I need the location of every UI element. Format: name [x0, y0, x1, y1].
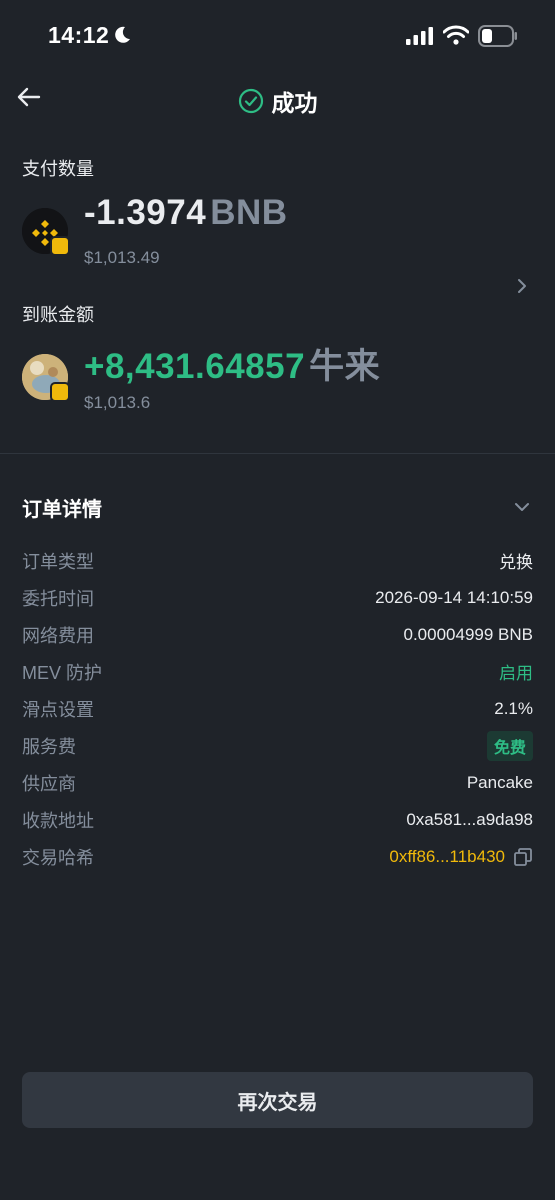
signal-icon — [406, 27, 433, 45]
detail-value: Pancake — [466, 772, 533, 792]
receive-amount: +8,431.64857 牛来 — [84, 347, 381, 386]
battery-icon — [478, 25, 517, 47]
status-bar: 14:12 — [0, 0, 555, 72]
receive-label: 到账金额 — [22, 305, 94, 325]
status-time: 14:12 — [48, 22, 110, 48]
detail-value: 0.00004999 BNB — [403, 624, 534, 644]
detail-value: 2026-09-14 14:10:59 — [375, 587, 533, 607]
detail-key: 委托时间 — [22, 588, 94, 609]
detail-key: 收款地址 — [22, 810, 94, 831]
detail-key: 服务费 — [22, 736, 76, 757]
token-coin-icon — [22, 354, 70, 402]
trade-again-label: 再次交易 — [237, 1091, 318, 1114]
detail-value: 2.1% — [494, 698, 533, 718]
detail-row-order-time: 委托时间 2026-09-14 14:10:59 — [22, 579, 533, 616]
receive-usd-value: $1,013.6 — [84, 393, 151, 412]
nav-bar: 成功 — [0, 72, 555, 124]
trade-again-button[interactable]: 再次交易 — [22, 1072, 533, 1128]
detail-key: 交易哈希 — [22, 847, 94, 868]
detail-row-provider: 供应商 Pancake — [22, 764, 533, 801]
detail-value: 兑换 — [499, 553, 533, 572]
detail-key: 订单类型 — [22, 551, 94, 572]
copy-icon[interactable] — [513, 847, 533, 867]
detail-row-tx-hash: 交易哈希 0xff86...11b430 — [22, 838, 533, 875]
detail-row-slippage: 滑点设置 2.1% — [22, 690, 533, 727]
detail-value: 启用 — [499, 664, 533, 683]
page-title: 成功 — [271, 90, 318, 116]
detail-key: 滑点设置 — [22, 699, 94, 720]
divider — [0, 453, 555, 454]
pay-usd-value: $1,013.49 — [84, 248, 160, 267]
chevron-down-icon[interactable] — [512, 497, 532, 517]
chevron-right-icon[interactable] — [512, 276, 532, 296]
detail-key: 供应商 — [22, 773, 76, 794]
free-badge: 免费 — [486, 730, 533, 761]
bnb-coin-icon — [22, 208, 70, 256]
order-details-title: 订单详情 — [22, 499, 102, 521]
detail-row-mev-protection: MEV 防护 启用 — [22, 653, 533, 690]
detail-key: MEV 防护 — [22, 662, 103, 683]
success-check-icon — [238, 88, 263, 114]
pay-symbol: BNB — [210, 193, 288, 232]
wifi-icon — [443, 25, 469, 45]
detail-key: 网络费用 — [22, 625, 94, 646]
moon-icon — [115, 26, 130, 43]
detail-row-network-fee: 网络费用 0.00004999 BNB — [22, 616, 533, 653]
receive-symbol: 牛来 — [309, 347, 381, 386]
detail-row-receive-address: 收款地址 0xa581...a9da98 — [22, 801, 533, 838]
detail-value: 0xa581...a9da98 — [406, 809, 533, 829]
detail-row-service-fee: 服务费 免费 — [22, 727, 533, 764]
tx-hash-link[interactable]: 0xff86...11b430 — [389, 847, 505, 867]
detail-row-order-type: 订单类型 兑换 — [22, 542, 533, 579]
pay-amount: -1.3974 BNB — [84, 193, 288, 232]
order-details-list: 订单类型 兑换 委托时间 2026-09-14 14:10:59 网络费用 0.… — [22, 542, 533, 875]
pay-label: 支付数量 — [22, 159, 94, 179]
